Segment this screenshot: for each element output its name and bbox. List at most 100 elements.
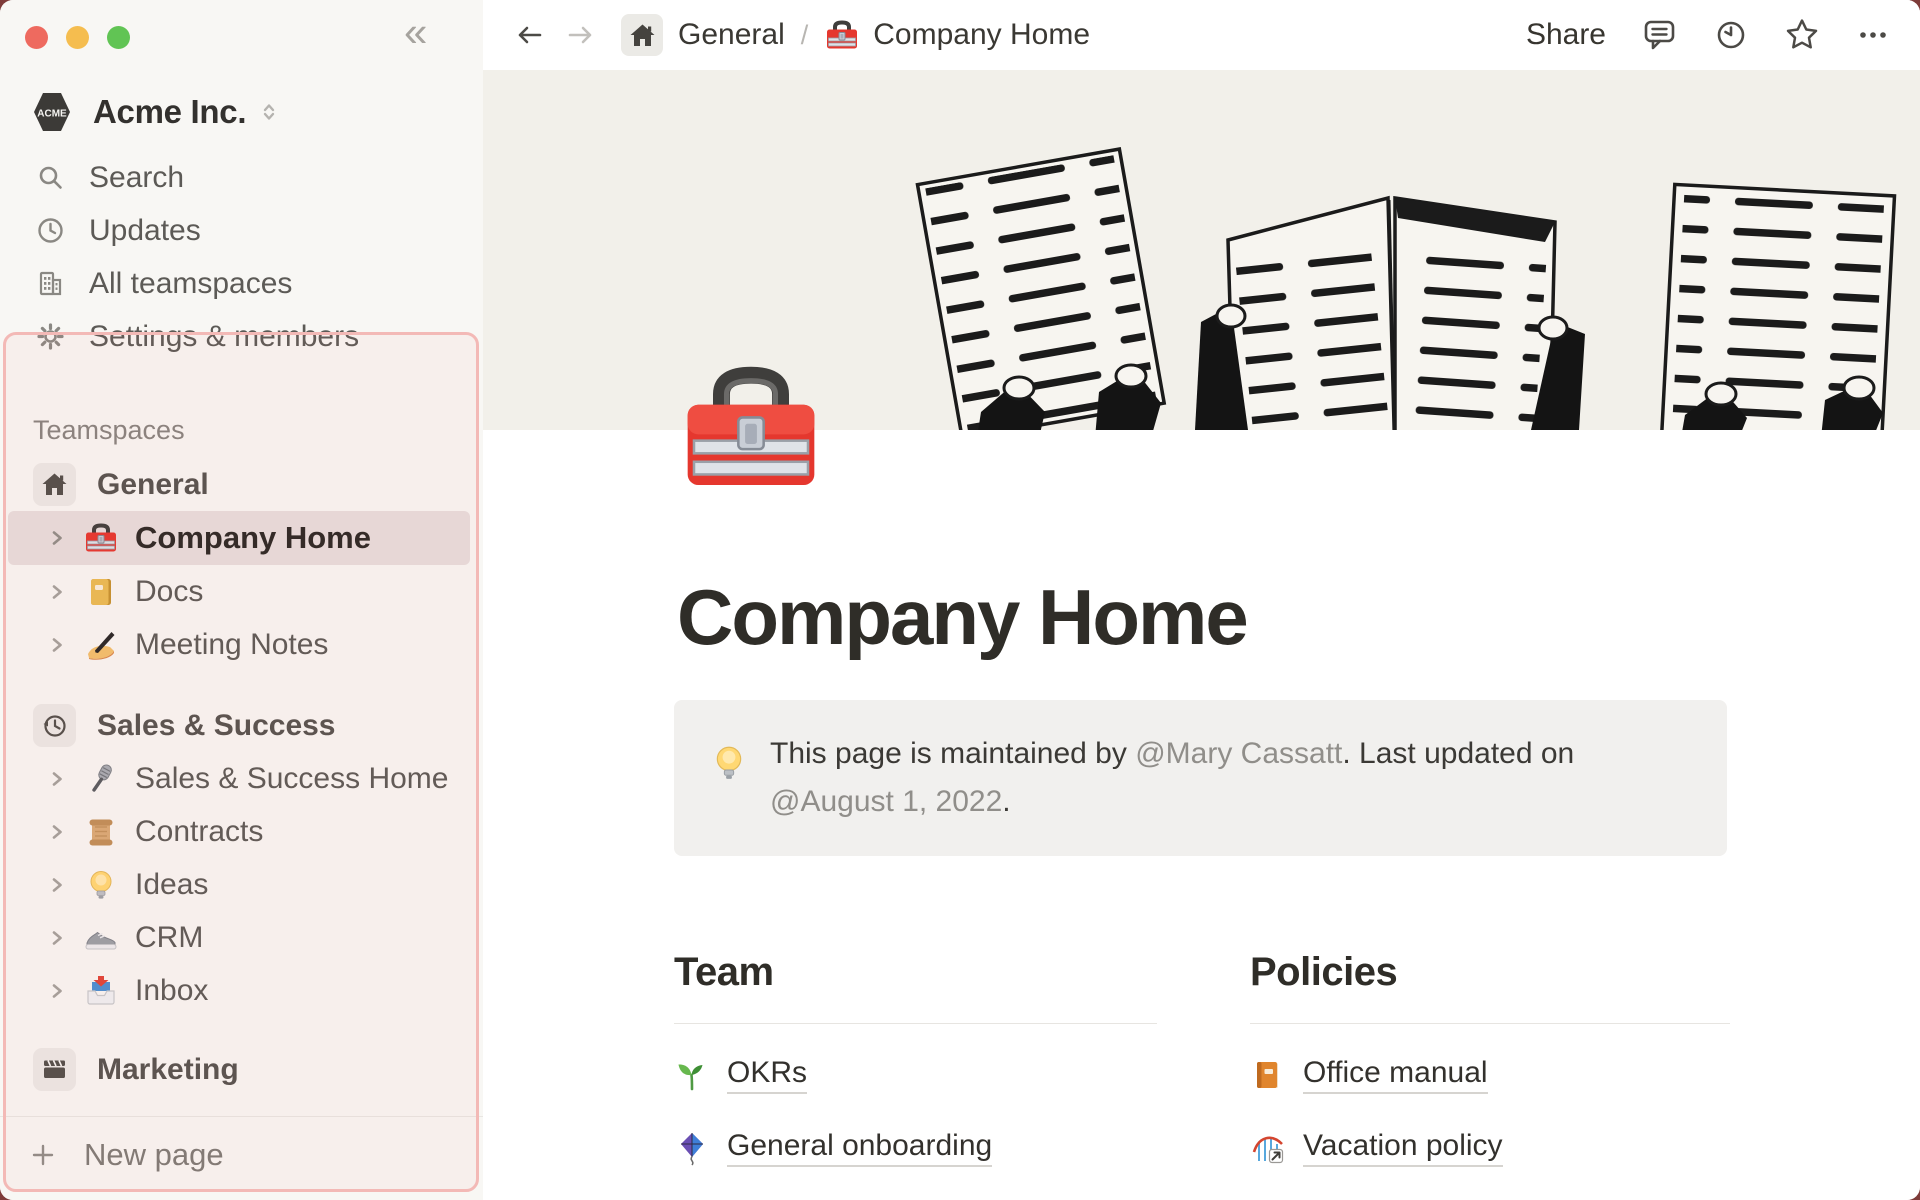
home-icon [630, 24, 654, 46]
sidebar-collapse-icon[interactable]: « [404, 8, 427, 56]
seedling-icon [674, 1057, 710, 1093]
page-item-contracts[interactable]: Contracts [0, 805, 483, 858]
page-item-label: Contracts [135, 814, 264, 848]
clock-icon [38, 218, 63, 243]
chevron-right-icon[interactable] [46, 927, 68, 949]
breadcrumb-page[interactable]: Company Home [824, 17, 1090, 53]
writing-hand-icon [83, 627, 119, 663]
page-item-label: Ideas [135, 867, 209, 901]
more-options-button[interactable] [1856, 18, 1890, 52]
workspace-sort-icon [259, 101, 279, 123]
sidebar-item-all-teamspaces[interactable]: All teamspaces [0, 257, 483, 310]
page-item-docs[interactable]: Docs [0, 565, 483, 618]
sidebar-item-settings[interactable]: Settings & members [0, 310, 483, 363]
page-link-how-to-request-pto[interactable]: How to request PTO [1250, 1184, 1730, 1200]
sneaker-icon [83, 920, 119, 956]
zoom-button[interactable] [107, 26, 130, 49]
breadcrumb-separator: / [800, 19, 809, 50]
favorite-button[interactable] [1784, 17, 1820, 53]
sidebar-nav: Search Updates All teamspaces Settings &… [0, 151, 483, 363]
page-item-ideas[interactable]: Ideas [0, 858, 483, 911]
user-mention[interactable]: @Mary Cassatt [1135, 737, 1342, 770]
page-item-meeting-notes[interactable]: Meeting Notes [0, 618, 483, 671]
page-link-vacation-policy[interactable]: Vacation policy [1250, 1111, 1730, 1184]
star-icon [1786, 19, 1818, 49]
page-item-label: Inbox [135, 973, 209, 1007]
clock-icon [1717, 21, 1745, 49]
sidebar-item-label: All teamspaces [89, 266, 293, 300]
page-item-inbox[interactable]: Inbox [0, 964, 483, 1017]
callout-text-segment: . Last updated on [1342, 737, 1583, 770]
topbar-actions: Share [1526, 17, 1890, 53]
plus-icon [32, 1144, 54, 1166]
teamspace-general[interactable]: General [0, 458, 483, 511]
page-item-label: Sales & Success Home [135, 761, 449, 795]
lightbulb-icon [708, 742, 750, 784]
chevron-right-icon[interactable] [46, 581, 68, 603]
orange-book-icon [1250, 1057, 1286, 1093]
kite-icon [674, 1130, 710, 1166]
chevron-right-icon[interactable] [46, 821, 68, 843]
minimize-button[interactable] [66, 26, 89, 49]
chevron-right-icon[interactable] [46, 874, 68, 896]
page-link-general-onboarding[interactable]: General onboarding [674, 1111, 1157, 1184]
page-item-label: Company Home [135, 520, 371, 555]
teamspace-sales-success[interactable]: Sales & Success [0, 699, 483, 752]
breadcrumb: General / Company Home [513, 14, 1090, 56]
teamspace-label: Sales & Success [97, 708, 336, 742]
page-item-company-home[interactable]: Company Home [8, 511, 470, 565]
ellipsis-icon [1860, 32, 1886, 38]
svg-text:ACME: ACME [37, 109, 67, 120]
back-button[interactable] [513, 20, 545, 50]
scroll-icon [83, 814, 119, 850]
callout-text: This page is maintained by @Mary Cassatt… [770, 730, 1687, 826]
ledger-book-icon [83, 574, 119, 610]
share-button[interactable]: Share [1526, 18, 1606, 52]
chevron-right-icon[interactable] [46, 768, 68, 790]
sidebar-item-search[interactable]: Search [0, 151, 483, 204]
updates-history-button[interactable] [1714, 18, 1748, 52]
teamspace-marketing[interactable]: Marketing [0, 1043, 483, 1096]
page-icon-toolbox[interactable] [675, 352, 827, 504]
date-mention[interactable]: @August 1, 2022 [770, 785, 1002, 818]
chevron-right-icon[interactable] [46, 527, 68, 549]
column-heading: Policies [1250, 950, 1398, 994]
toolbox-icon [687, 366, 815, 485]
page-item-crm[interactable]: CRM [0, 911, 483, 964]
lightbulb-icon [83, 867, 119, 903]
team-column: Team OKRs General onboarding [674, 950, 1157, 1200]
clapper-board-icon [33, 1048, 76, 1091]
sidebar-item-label: Settings & members [89, 319, 360, 353]
sidebar-item-updates[interactable]: Updates [0, 204, 483, 257]
forward-button[interactable] [565, 20, 597, 50]
new-page-button[interactable]: New page [0, 1126, 483, 1184]
workspace-switcher[interactable]: ACME Acme Inc. [33, 88, 279, 136]
divider [674, 1023, 1157, 1024]
policies-column: Policies Office manual Vacation policy [1250, 950, 1730, 1200]
page-link-okrs[interactable]: OKRs [674, 1038, 1157, 1111]
sidebar-divider [0, 1116, 483, 1117]
page-link-office-manual[interactable]: Office manual [1250, 1038, 1730, 1111]
page-link-whats-new[interactable]: What's new [674, 1184, 1157, 1200]
teamspace-label: General [97, 467, 209, 501]
breadcrumb-home-badge[interactable] [621, 14, 663, 56]
breadcrumb-teamspace[interactable]: General [678, 18, 785, 52]
page-link-label: OKRs [727, 1056, 808, 1094]
clock-history-icon [33, 704, 76, 747]
callout-text-segment: This page is maintained by [770, 737, 1136, 770]
chevron-right-icon[interactable] [46, 980, 68, 1002]
sidebar: « ACME Acme Inc. Search Updates All team… [0, 0, 483, 1200]
breadcrumb-page-label: Company Home [873, 18, 1091, 51]
building-icon [39, 271, 62, 296]
content-columns: Team OKRs General onboarding Policies Of… [674, 950, 1730, 1200]
page-item-label: Docs [135, 574, 204, 608]
callout-text-segment: . [1002, 785, 1011, 818]
close-button[interactable] [25, 26, 48, 49]
page-item-label: Meeting Notes [135, 627, 329, 661]
chevron-right-icon[interactable] [46, 634, 68, 656]
teamspaces-section-label: Teamspaces [33, 415, 185, 445]
comments-button[interactable] [1642, 18, 1678, 52]
page-link-label: General onboarding [727, 1129, 993, 1167]
roller-coaster-icon [1250, 1130, 1286, 1166]
page-item-sales-success-home[interactable]: Sales & Success Home [0, 752, 483, 805]
